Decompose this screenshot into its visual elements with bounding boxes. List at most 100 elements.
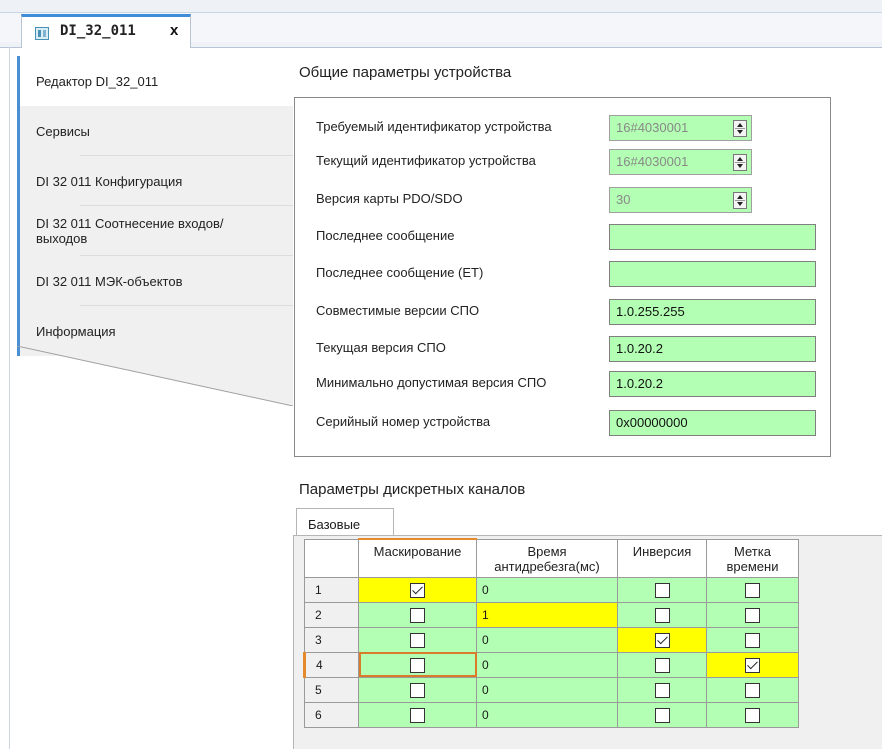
document-tab-strip: DI_32_011 x — [0, 0, 882, 48]
masking-cell[interactable] — [358, 701, 477, 728]
masking-cell[interactable] — [358, 676, 477, 703]
column-header-debounce[interactable]: Время антидребезга(мс) — [476, 538, 618, 578]
masking-cell[interactable] — [358, 576, 477, 603]
param-label: Текущий идентификатор устройства — [316, 153, 536, 168]
spinner-arrows-icon[interactable] — [733, 120, 747, 137]
timestamp-cell[interactable] — [706, 576, 799, 603]
param-row-required-id: Требуемый идентификатор устройства 16#40… — [316, 115, 820, 141]
debounce-cell[interactable]: 0 — [476, 701, 618, 728]
table-row[interactable]: 10 — [304, 576, 799, 603]
param-label: Последнее сообщение (ET) — [316, 265, 484, 280]
masking-checkbox[interactable] — [410, 607, 425, 623]
masking-cell[interactable] — [358, 651, 477, 678]
row-number: 1 — [304, 576, 359, 603]
sidebar-item-editor[interactable]: Редактор DI_32_011 — [17, 56, 293, 106]
table-row[interactable]: 21 — [304, 601, 799, 628]
inversion-cell[interactable] — [617, 576, 707, 603]
column-header-inversion[interactable]: Инверсия — [617, 538, 707, 578]
required-id-spinner[interactable]: 16#4030001 — [609, 115, 752, 141]
param-row-current-version: Текущая версия СПО 1.0.20.2 — [316, 336, 820, 362]
debounce-cell[interactable]: 0 — [476, 626, 618, 653]
inversion-cell[interactable] — [617, 701, 707, 728]
timestamp-checkbox[interactable] — [745, 682, 760, 698]
sidebar-item-label: DI 32 011 МЭК-объектов — [36, 273, 183, 289]
debounce-cell[interactable]: 1 — [476, 601, 618, 628]
param-label: Последнее сообщение — [316, 228, 455, 243]
sidebar-item-label: Информация — [36, 323, 116, 339]
last-message-field[interactable] — [609, 224, 816, 250]
timestamp-checkbox[interactable] — [745, 607, 760, 623]
timestamp-checkbox[interactable] — [745, 707, 760, 723]
current-version-field[interactable]: 1.0.20.2 — [609, 336, 816, 362]
sidebar-item-label: DI 32 011 Соотнесение входов/выходов — [36, 216, 224, 246]
inversion-cell[interactable] — [617, 651, 707, 678]
sidebar-item-services[interactable]: Сервисы — [17, 106, 293, 156]
document-tab[interactable]: DI_32_011 x — [21, 14, 191, 48]
inversion-checkbox[interactable] — [654, 582, 670, 598]
sidebar-item-configuration[interactable]: DI 32 011 Конфигурация — [17, 156, 293, 206]
serial-number-field[interactable]: 0x00000000 — [609, 410, 816, 436]
table-row[interactable]: 40 — [303, 651, 799, 678]
spinner-arrows-icon[interactable] — [733, 192, 747, 209]
timestamp-cell[interactable] — [706, 676, 799, 703]
param-label: Версия карты PDO/SDO — [316, 191, 463, 206]
table-row[interactable]: 50 — [304, 676, 799, 703]
row-number: 6 — [304, 701, 359, 728]
table-row[interactable]: 60 — [304, 701, 799, 728]
table-row[interactable]: 30 — [304, 626, 799, 653]
inversion-cell[interactable] — [617, 676, 707, 703]
last-message-et-field[interactable] — [609, 261, 816, 287]
debounce-cell[interactable]: 0 — [476, 676, 618, 703]
param-row-serial-number: Серийный номер устройства 0x00000000 — [316, 410, 820, 436]
masking-checkbox[interactable] — [410, 707, 425, 723]
debounce-cell[interactable]: 0 — [476, 651, 618, 678]
debounce-cell[interactable]: 0 — [476, 576, 618, 603]
inversion-cell[interactable] — [617, 601, 707, 628]
masking-checkbox[interactable] — [410, 632, 425, 648]
timestamp-cell[interactable] — [706, 601, 799, 628]
timestamp-checkbox[interactable] — [745, 632, 760, 648]
param-label: Минимально допустимая версия СПО — [316, 375, 547, 390]
param-label: Серийный номер устройства — [316, 414, 491, 429]
row-number: 2 — [304, 601, 359, 628]
masking-checkbox[interactable] — [410, 657, 425, 673]
pdo-version-spinner[interactable]: 30 — [609, 187, 752, 213]
masking-checkbox[interactable] — [410, 582, 425, 598]
inversion-checkbox[interactable] — [654, 657, 670, 673]
general-params-title: Общие параметры устройства — [299, 64, 512, 81]
sidebar-item-iec-objects[interactable]: DI 32 011 МЭК-объектов — [17, 256, 293, 306]
inversion-checkbox[interactable] — [654, 707, 670, 723]
param-row-current-id: Текущий идентификатор устройства 16#4030… — [316, 149, 820, 175]
masking-cell[interactable] — [358, 601, 477, 628]
close-icon[interactable]: x — [170, 22, 178, 39]
param-label: Совместимые версии СПО — [316, 303, 480, 318]
param-row-pdo-version: Версия карты PDO/SDO 30 — [316, 187, 820, 213]
timestamp-checkbox[interactable] — [745, 657, 760, 673]
inversion-cell[interactable] — [617, 626, 707, 653]
param-row-min-version: Минимально допустимая версия СПО 1.0.20.… — [316, 371, 820, 397]
masking-checkbox[interactable] — [410, 682, 425, 698]
channels-table: Маскирование Время антидребезга(мс) Инве… — [303, 538, 799, 728]
param-value: 30 — [616, 192, 631, 207]
tab-basic[interactable]: Базовые — [296, 508, 394, 537]
inversion-checkbox[interactable] — [654, 607, 670, 623]
min-version-field[interactable]: 1.0.20.2 — [609, 371, 816, 397]
column-header-masking[interactable]: Маскирование — [358, 538, 477, 578]
masking-cell[interactable] — [358, 626, 477, 653]
column-header-timestamp[interactable]: Метка времени — [706, 538, 799, 578]
param-label: Требуемый идентификатор устройства — [316, 119, 552, 134]
timestamp-cell[interactable] — [706, 626, 799, 653]
timestamp-checkbox[interactable] — [745, 582, 760, 598]
timestamp-cell[interactable] — [706, 651, 799, 678]
param-row-compatible-versions: Совместимые версии СПО 1.0.255.255 — [316, 299, 820, 325]
param-value: 16#4030001 — [616, 120, 689, 135]
compatible-versions-field[interactable]: 1.0.255.255 — [609, 299, 816, 325]
timestamp-cell[interactable] — [706, 701, 799, 728]
inversion-checkbox[interactable] — [654, 632, 670, 648]
row-number: 3 — [304, 626, 359, 653]
sidebar-item-io-mapping[interactable]: DI 32 011 Соотнесение входов/выходов — [17, 206, 293, 256]
inversion-checkbox[interactable] — [654, 682, 670, 698]
sidebar-bottom-edge — [17, 346, 293, 406]
current-id-spinner[interactable]: 16#4030001 — [609, 149, 752, 175]
spinner-arrows-icon[interactable] — [733, 154, 747, 171]
